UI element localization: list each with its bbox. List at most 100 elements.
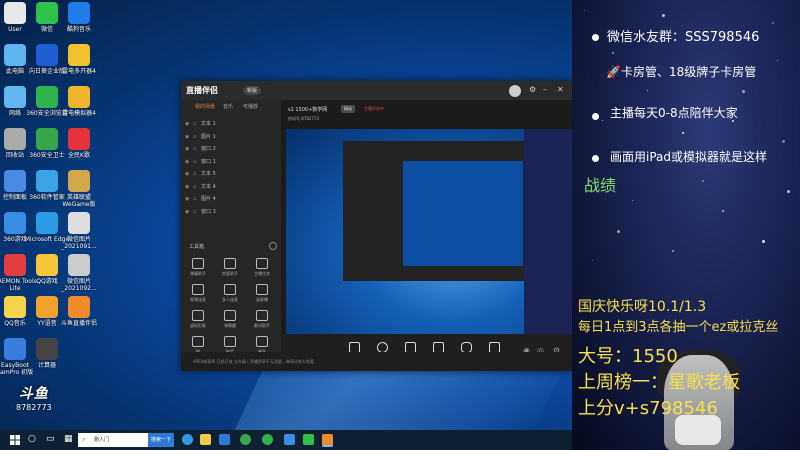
eye-icon[interactable]: ◉ [185,146,193,152]
app-icon [36,296,58,318]
toolbox-tool[interactable]: 主播任务 [247,258,277,277]
scene-item[interactable]: ◉ ▫ 文本 4 [185,183,216,192]
toolbox-tool[interactable]: 弹幕翻 [215,310,245,329]
tool-icon [256,336,268,347]
desktop-icon[interactable]: 雷电多开器4 [56,44,102,75]
desktop-icon-label: 计算器 [37,362,56,369]
explorer-taskbar-icon[interactable] [200,434,211,445]
toolbox-tool[interactable]: 虚拟形象 [183,310,213,329]
toolbox-tool[interactable]: 多人连麦 [215,284,245,303]
star [617,230,620,233]
lock-icon[interactable]: ▫ [193,159,201,165]
toolbox-tool[interactable]: 弹幕助手 [183,258,213,277]
desktop-icon-label: 酷狗音乐 [66,26,91,33]
cortana-icon[interactable]: ○ [28,434,36,444]
store-taskbar-icon[interactable] [219,434,230,445]
star [777,60,778,61]
lock-icon[interactable]: ▫ [193,171,201,177]
taskbar-search-button[interactable]: 搜索一下 [148,433,174,447]
app-icon [36,254,58,276]
scene-item[interactable]: ◉ ▫ 图片 1 [185,133,216,142]
lock-icon[interactable]: ▫ [193,121,201,127]
taskbar-search-input[interactable]: 跑人门 [78,433,148,447]
star [602,120,603,121]
tab-my-scenes[interactable]: 我的场景 [195,103,215,110]
close-icon[interactable]: ✕ [557,86,564,94]
tab-music[interactable]: 音乐 [223,103,233,110]
window-titlebar[interactable]: 直播伴侣 新版 ⚙ – ✕ [181,81,572,100]
desktop-icon[interactable]: 微信图片_2021092... [56,254,102,292]
desktop-icon[interactable]: 英雄联盟WeGame版 [56,170,102,208]
desktop-icon[interactable]: 计算器 [24,338,70,369]
lock-icon[interactable]: ▫ [193,209,201,215]
scene-label: 文本 5 [201,171,216,177]
user-avatar[interactable] [509,85,521,97]
blue-app-taskbar-icon[interactable] [284,434,295,445]
toolbox-tool[interactable]: 房管助手 [215,258,245,277]
scene-item[interactable]: ◉ ▫ 窗口 3 [185,208,216,217]
eye-icon[interactable]: ◉ [185,134,193,140]
star [612,52,614,54]
app-icon [36,2,58,24]
app-icon [68,254,90,276]
edge-taskbar-icon[interactable] [182,434,193,445]
360-browser-taskbar-icon[interactable] [240,434,251,445]
minimize-icon[interactable]: – [543,86,547,94]
scene-item[interactable]: ◉ ▫ 图片 4 [185,195,216,204]
app-icon [36,44,58,66]
toolbox-tool[interactable]: 视频连麦 [183,284,213,303]
overlay-daily-draw: 每日1点到3点各抽一个ez或拉克丝 [578,320,779,335]
widgets-icon[interactable]: ▦ [64,434,73,444]
settings-icon[interactable]: ⚙ [529,86,536,94]
desktop-icon-label: 英雄联盟WeGame版 [62,194,96,208]
douyu-companion-taskbar-icon[interactable] [322,434,333,445]
lock-icon[interactable]: ▫ [193,196,201,202]
taskbar: ○ ▭ ▦ 跑人门 ⌕ 搜索一下 [0,430,572,450]
overlay-wechat-group: 微信水友群：SSS798546 [607,30,760,45]
toolbox-more-icon[interactable] [269,242,277,250]
desktop-icon[interactable]: 微信图片_2021091... [56,212,102,250]
desktop-icon[interactable]: 全民K歌 [56,128,102,159]
lock-icon[interactable]: ▫ [193,134,201,140]
star [647,90,648,91]
version-badge: 新版 [243,86,262,95]
eye-icon[interactable]: ◉ [185,209,193,215]
task-view-icon[interactable]: ▭ [46,434,55,444]
toolbox-title: 工具箱 [189,244,205,250]
desktop: User 微信 酷狗音乐 此电脑 向日葵企业版 雷电多开器4 网络 360安全浏览器 雷电模拟器… [0,0,670,440]
desktop-icon[interactable]: 雷电模拟器4 [56,86,102,117]
eye-icon[interactable]: ◉ [185,159,193,165]
lock-icon[interactable]: ▫ [193,146,201,152]
scene-item[interactable]: ◉ ▫ 窗口 2 [185,145,216,154]
eye-icon[interactable]: ◉ [185,184,193,190]
eye-icon[interactable]: ◉ [185,121,193,127]
wechat-taskbar-icon[interactable] [303,434,314,445]
desktop-icon[interactable]: 酷狗音乐 [56,2,102,33]
scene-label: 窗口 3 [201,208,216,215]
overlay-device-note: 画面用iPad或模拟器就是这样 [610,150,768,164]
app-icon [4,338,26,360]
stream-preview[interactable] [286,129,572,334]
tool-icon [192,336,204,347]
lock-icon[interactable]: ▫ [193,184,201,190]
tool-label: 视频连麦 [190,297,206,302]
toolbox-tool[interactable]: 录屏播 [247,284,277,303]
windows-start-icon[interactable] [10,435,20,445]
tab-playable[interactable]: 可播放 [243,103,258,110]
eye-icon[interactable]: ◉ [185,171,193,177]
scene-item[interactable]: ◉ ▫ 文本 1 [185,120,216,129]
desktop-icon[interactable]: 斗鱼直播伴侣 [56,296,102,327]
tool-label: 录屏播 [256,297,268,302]
eye-icon[interactable]: ◉ [185,196,193,202]
scene-item[interactable]: ◉ ▫ 文本 5 [185,170,216,179]
green-app-taskbar-icon[interactable] [262,434,273,445]
app-icon [68,86,90,108]
star [682,132,684,134]
overlay-main-account: 大号：1550 [578,346,678,367]
toolbox-tool[interactable]: 歌词助手 [247,310,277,329]
star [772,22,774,24]
app-icon [4,2,26,24]
scene-item[interactable]: ◉ ▫ 窗口 1 [185,158,216,167]
douyu-watermark: 斗鱼 8782773 [16,383,52,412]
tool-icon [224,258,236,269]
